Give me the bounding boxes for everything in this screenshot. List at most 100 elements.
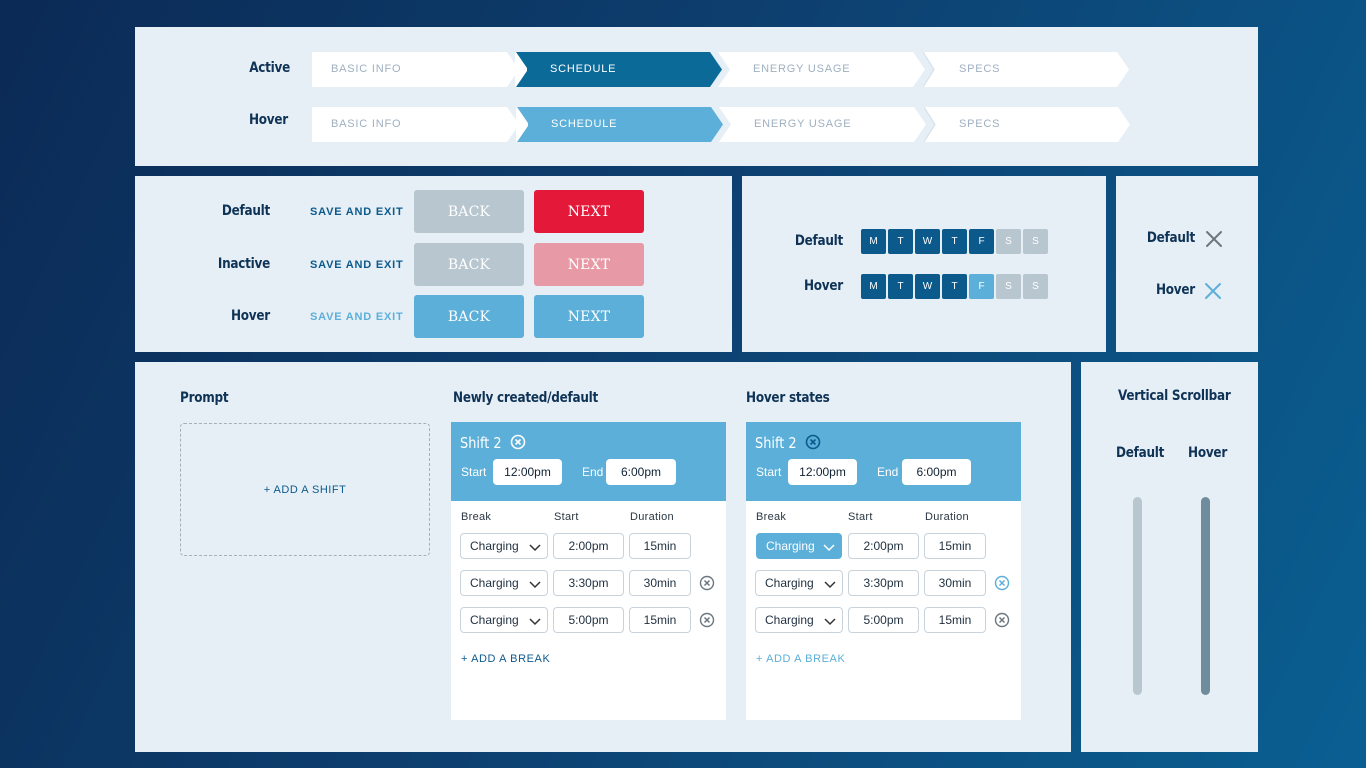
day-saturday[interactable]: S: [996, 274, 1021, 299]
step-schedule[interactable]: SCHEDULE: [516, 107, 723, 142]
shift-card-hover: Shift 2 Start 12:00pm End 6:00pm Break S…: [746, 422, 1021, 720]
day-tuesday[interactable]: T: [888, 274, 913, 299]
back-button[interactable]: BACK: [414, 295, 524, 338]
step-basic-info[interactable]: BASIC INFO: [312, 52, 519, 87]
shift-end-field[interactable]: 6:00pm: [606, 459, 676, 485]
remove-break-icon[interactable]: [994, 612, 1010, 628]
break-duration-field[interactable]: 15min: [629, 533, 691, 559]
scrollbar-thumb-default[interactable]: [1133, 497, 1142, 695]
break-type-select[interactable]: Charging: [460, 607, 548, 633]
step-schedule[interactable]: SCHEDULE: [515, 52, 722, 87]
break-duration-field[interactable]: 30min: [924, 570, 986, 596]
close-icon[interactable]: [1205, 230, 1223, 248]
stepper-row-label-active: Active: [249, 60, 290, 76]
step-label: SCHEDULE: [550, 63, 617, 75]
next-button[interactable]: NEXT: [534, 243, 644, 286]
step-energy-usage[interactable]: ENERGY USAGE: [718, 52, 925, 87]
day-sunday[interactable]: S: [1023, 229, 1048, 254]
add-shift-link[interactable]: + ADD A SHIFT: [181, 484, 429, 496]
break-start-field[interactable]: 2:00pm: [553, 533, 624, 559]
chevron-down-icon: [824, 581, 836, 589]
shift-end-field[interactable]: 6:00pm: [902, 459, 971, 485]
remove-break-icon[interactable]: [994, 575, 1010, 591]
shift-start-field[interactable]: 12:00pm: [788, 459, 857, 485]
step-label: SPECS: [959, 118, 1001, 130]
break-start-field[interactable]: 5:00pm: [848, 607, 919, 633]
day-friday[interactable]: F: [969, 274, 994, 299]
break-type-value: Charging: [470, 576, 519, 590]
break-type-select[interactable]: Charging: [460, 570, 548, 596]
col-header-duration: Duration: [925, 511, 969, 523]
day-wednesday[interactable]: W: [915, 229, 940, 254]
day-saturday[interactable]: S: [996, 229, 1021, 254]
chevron-down-icon: [529, 618, 541, 626]
break-type-select[interactable]: Charging: [755, 607, 843, 633]
step-specs[interactable]: SPECS: [923, 107, 1130, 142]
col-header-break: Break: [461, 511, 492, 523]
day-monday[interactable]: M: [861, 274, 886, 299]
days-panel: [742, 176, 1106, 352]
col-header-duration: Duration: [630, 511, 674, 523]
day-thursday[interactable]: T: [942, 274, 967, 299]
next-button[interactable]: NEXT: [534, 295, 644, 338]
add-shift-dropzone[interactable]: + ADD A SHIFT: [180, 423, 430, 556]
step-label: SCHEDULE: [551, 118, 618, 130]
day-friday[interactable]: F: [969, 229, 994, 254]
day-sunday[interactable]: S: [1023, 274, 1048, 299]
break-duration-field[interactable]: 15min: [629, 607, 691, 633]
scrollbar-title: Vertical Scrollbar: [1118, 388, 1231, 404]
buttons-row-label-hover: Hover: [230, 308, 270, 324]
scrollbar-thumb-hover[interactable]: [1201, 497, 1210, 695]
break-type-value: Charging: [766, 539, 815, 553]
shift-end-label: End: [582, 465, 604, 479]
break-type-select[interactable]: Charging: [460, 533, 548, 559]
save-and-exit-link[interactable]: SAVE AND EXIT: [310, 311, 404, 323]
break-start-field[interactable]: 3:30pm: [553, 570, 624, 596]
save-and-exit-link[interactable]: SAVE AND EXIT: [310, 206, 404, 218]
remove-shift-icon[interactable]: [510, 434, 526, 450]
break-type-value: Charging: [470, 613, 519, 627]
step-basic-info[interactable]: BASIC INFO: [312, 107, 519, 142]
break-duration-field[interactable]: 15min: [924, 607, 986, 633]
shift-start-field[interactable]: 12:00pm: [493, 459, 562, 485]
step-energy-usage[interactable]: ENERGY USAGE: [719, 107, 926, 142]
step-divider: [923, 107, 936, 142]
scrollbar-label-hover: Hover: [1188, 445, 1228, 461]
col-header-break: Break: [756, 511, 787, 523]
day-wednesday[interactable]: W: [915, 274, 940, 299]
break-start-field[interactable]: 2:00pm: [848, 533, 919, 559]
remove-shift-icon[interactable]: [805, 434, 821, 450]
step-label: SPECS: [959, 63, 1001, 75]
step-label: BASIC INFO: [331, 63, 402, 75]
col-header-start: Start: [848, 511, 873, 523]
break-type-value: Charging: [765, 613, 814, 627]
step-label: ENERGY USAGE: [753, 63, 851, 75]
remove-break-icon[interactable]: [699, 612, 715, 628]
break-duration-field[interactable]: 30min: [629, 570, 691, 596]
day-monday[interactable]: M: [861, 229, 886, 254]
break-type-select[interactable]: Charging: [755, 570, 843, 596]
step-label: BASIC INFO: [331, 118, 402, 130]
shift-start-label: Start: [756, 465, 782, 479]
break-start-field[interactable]: 3:30pm: [848, 570, 919, 596]
save-and-exit-link[interactable]: SAVE AND EXIT: [310, 259, 404, 271]
close-icon[interactable]: [1204, 282, 1222, 300]
break-duration-field[interactable]: 15min: [924, 533, 986, 559]
break-start-field[interactable]: 5:00pm: [553, 607, 624, 633]
stepper-hover: BASIC INFO SCHEDULE ENERGY USAGE SPECS: [312, 107, 1140, 142]
break-type-select[interactable]: Charging: [756, 533, 842, 559]
step-divider: [922, 52, 935, 87]
back-button[interactable]: BACK: [414, 243, 524, 286]
default-title: Newly created/default: [453, 390, 599, 406]
day-thursday[interactable]: T: [942, 229, 967, 254]
back-button[interactable]: BACK: [414, 190, 524, 233]
next-button[interactable]: NEXT: [534, 190, 644, 233]
add-break-link[interactable]: + ADD A BREAK: [756, 653, 845, 665]
stepper-panel: [135, 27, 1258, 166]
add-break-link[interactable]: + ADD A BREAK: [461, 653, 550, 665]
break-type-value: Charging: [765, 576, 814, 590]
step-specs[interactable]: SPECS: [922, 52, 1129, 87]
remove-break-icon[interactable]: [699, 575, 715, 591]
day-tuesday[interactable]: T: [888, 229, 913, 254]
prompt-title: Prompt: [180, 390, 229, 406]
